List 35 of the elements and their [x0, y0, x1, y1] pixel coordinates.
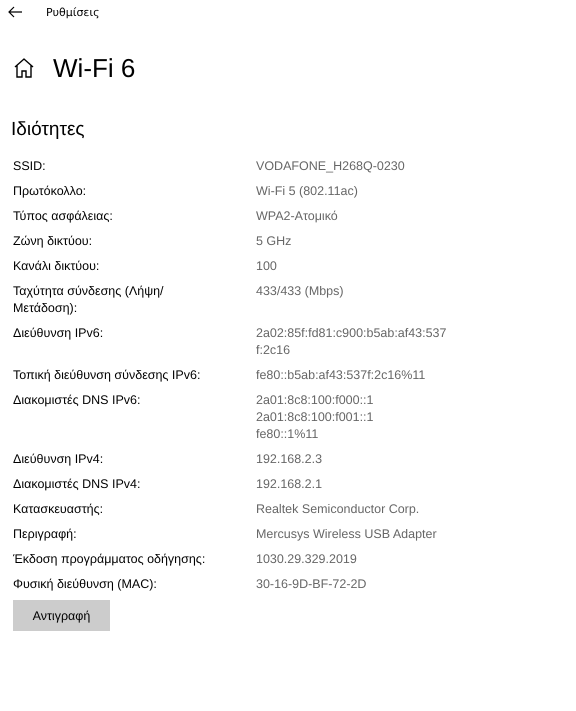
property-label: Κανάλι δικτύου:	[13, 258, 100, 275]
property-value: 192.168.2.3	[256, 451, 324, 468]
property-label: Τοπική διεύθυνση σύνδεσης IPv6:	[13, 367, 202, 384]
property-value: 192.168.2.1	[256, 476, 324, 493]
section-title: Ιδιότητες	[11, 119, 86, 141]
property-label: Διεύθυνση IPv6:	[13, 325, 104, 342]
property-label: Κατασκευαστής:	[13, 501, 104, 518]
home-icon[interactable]	[13, 57, 35, 79]
copy-button[interactable]: Αντιγραφή	[13, 600, 110, 631]
window-title: Ρυθμίσεις	[46, 6, 100, 18]
property-label: Πρωτόκολλο:	[13, 183, 88, 200]
property-value: 433/433 (Mbps)	[256, 283, 345, 300]
property-value: 2a01:8c8:100:f000::1 2a01:8c8:100:f001::1 fe80::1%11	[256, 392, 374, 443]
property-value: 100	[256, 258, 278, 275]
property-label: Ζώνη δικτύου:	[13, 233, 94, 250]
property-label: Διακομιστές DNS IPv4:	[13, 476, 142, 493]
property-label: Περιγραφή:	[13, 526, 78, 543]
property-value: 5 GHz	[256, 233, 292, 250]
property-value: 30-16-9D-BF-72-2D	[256, 576, 368, 593]
property-label: Ταχύτητα σύνδεσης (Λήψη/ Μετάδοση):	[13, 283, 165, 317]
property-value: Realtek Semiconductor Corp.	[256, 501, 420, 518]
property-label: Τύπος ασφάλειας:	[13, 208, 114, 225]
property-value: Mercusys Wireless USB Adapter	[256, 526, 438, 543]
property-label: Φυσική διεύθυνση (MAC):	[13, 576, 158, 593]
property-value: 2a02:85f:fd81:c900:b5ab:af43:537 f:2c16	[256, 325, 448, 359]
property-label: Διεύθυνση IPv4:	[13, 451, 104, 468]
property-value: Wi-Fi 5 (802.11ac)	[256, 183, 359, 200]
property-label: Έκδοση προγράμματος οδήγησης:	[13, 551, 206, 568]
property-label: Διακομιστές DNS IPv6:	[13, 392, 142, 409]
page-title: Wi-Fi 6	[53, 52, 136, 84]
property-value: fe80::b5ab:af43:537f:2c16%11	[256, 367, 426, 384]
property-value: 1030.29.329.2019	[256, 551, 358, 568]
property-label: SSID:	[13, 158, 47, 175]
property-value: WPA2-Ατομικό	[256, 208, 339, 225]
property-value: VODAFONE_H268Q-0230	[256, 158, 406, 175]
